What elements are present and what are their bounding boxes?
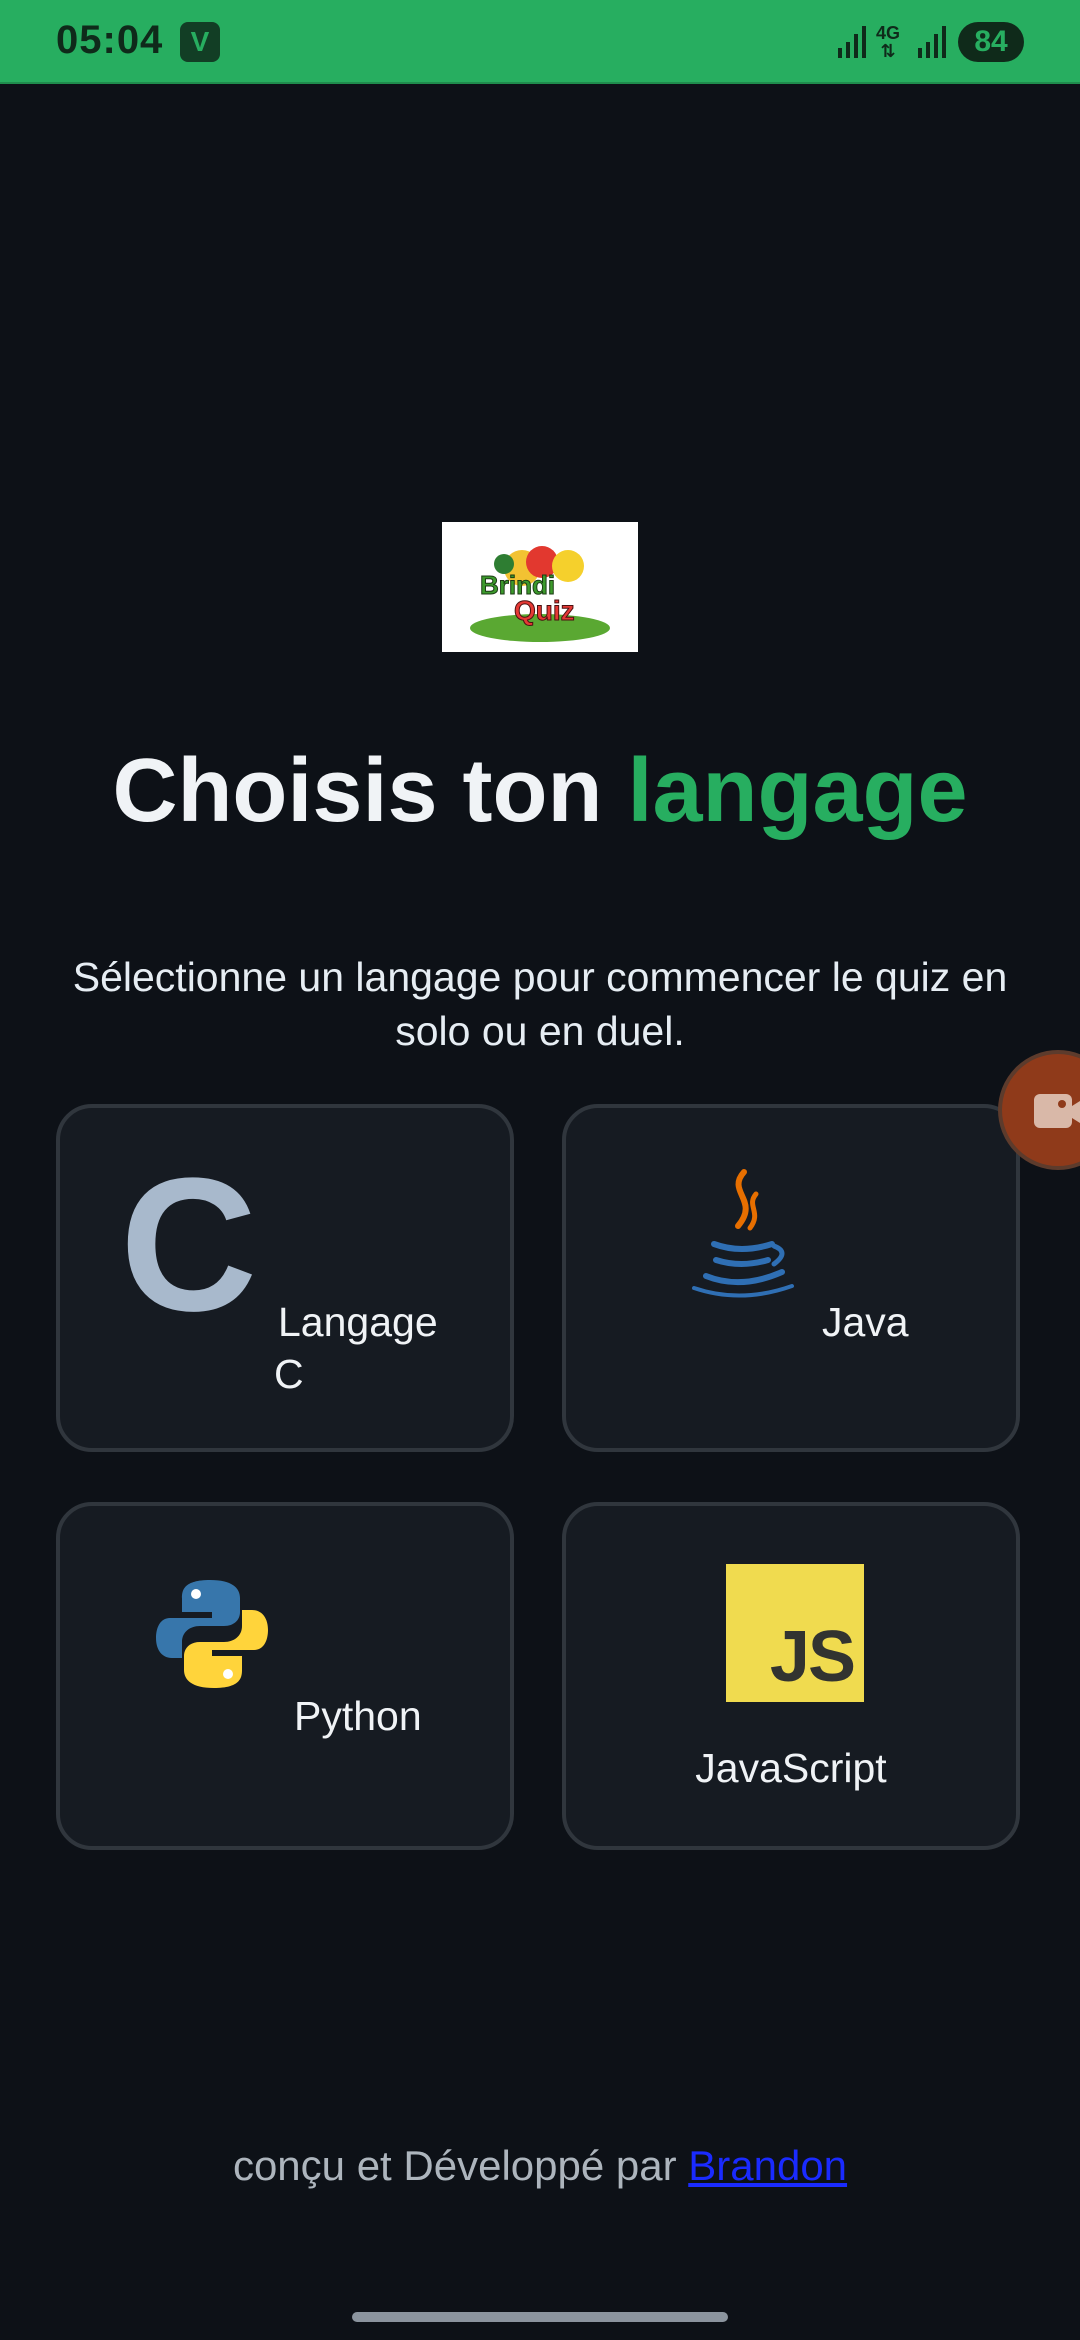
battery-icon: 84 — [958, 22, 1024, 62]
c-language-icon: C — [120, 1139, 258, 1351]
language-label-java: Java — [822, 1299, 909, 1345]
title-accent: langage — [627, 741, 968, 841]
status-bar: 05:04 V 4G ⇅ 84 — [0, 0, 1080, 84]
language-card-javascript[interactable]: JS JavaScript — [562, 1502, 1020, 1850]
language-label-javascript: JavaScript — [695, 1745, 887, 1791]
signal-icon-2 — [918, 26, 946, 58]
app-notification-icon: V — [180, 22, 220, 62]
home-indicator[interactable] — [352, 2312, 728, 2322]
svg-text:Quiz: Quiz — [514, 595, 575, 626]
page-title: Choisis ton langage — [0, 740, 1080, 843]
status-time: 05:04 — [56, 18, 164, 62]
language-card-c[interactable]: C Langage C — [56, 1104, 514, 1452]
python-icon — [156, 1580, 268, 1688]
language-card-java[interactable]: Java — [562, 1104, 1020, 1452]
app-notification-letter: V — [190, 26, 210, 57]
javascript-icon: JS — [726, 1564, 864, 1702]
brindi-quiz-logo-icon: Brindi Quiz — [442, 522, 638, 652]
app-logo: Brindi Quiz — [442, 522, 638, 652]
language-label-c-line2: C — [274, 1351, 304, 1397]
javascript-icon-text: JS — [769, 1617, 856, 1697]
battery-level: 84 — [974, 25, 1008, 58]
author-link[interactable]: Brandon — [688, 2142, 847, 2189]
language-label-c: Langage — [278, 1299, 438, 1345]
footer-credit: conçu et Développé par Brandon — [0, 2142, 1080, 2190]
footer-text: conçu et Développé par — [232, 2142, 689, 2189]
signal-icon — [838, 26, 866, 58]
page-subtitle: Sélectionne un langage pour commencer le… — [72, 954, 1008, 1054]
video-camera-icon — [1034, 1094, 1080, 1128]
java-icon — [692, 1169, 794, 1298]
title-main: Choisis ton — [112, 741, 628, 841]
language-label-python: Python — [294, 1693, 422, 1739]
network-type-icon: 4G ⇅ — [876, 23, 901, 61]
language-card-python[interactable]: Python — [56, 1502, 514, 1850]
